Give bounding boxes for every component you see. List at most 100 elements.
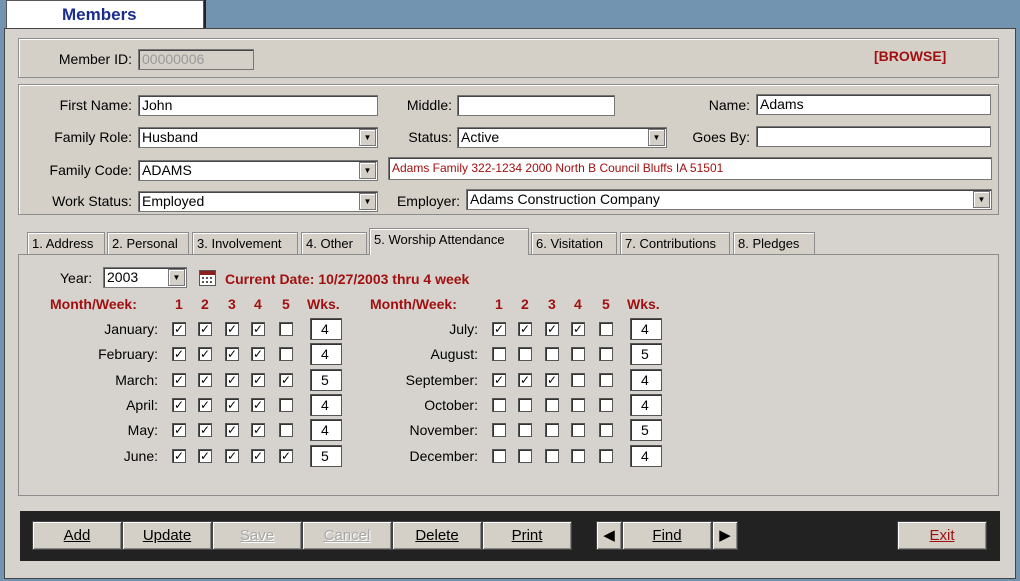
week-checkbox[interactable]: ✓ [251,322,265,336]
find-button[interactable]: Find [622,521,712,550]
weeks-count-field[interactable]: 5 [310,445,342,467]
week-checkbox[interactable] [571,423,585,437]
week-checkbox[interactable] [599,449,613,463]
save-button[interactable]: Save [212,521,302,550]
middle-field[interactable] [457,95,615,116]
chevron-down-icon[interactable]: ▼ [648,129,665,146]
week-checkbox[interactable]: ✓ [545,322,559,336]
week-checkbox[interactable] [279,423,293,437]
work-status-select[interactable]: Employed ▼ [138,191,378,212]
weeks-count-field[interactable]: 4 [310,343,342,365]
weeks-count-field[interactable]: 4 [310,394,342,416]
exit-button[interactable]: Exit [897,521,987,550]
week-checkbox[interactable]: ✓ [279,449,293,463]
week-checkbox[interactable]: ✓ [198,322,212,336]
weeks-count-field[interactable]: 5 [630,343,662,365]
week-checkbox[interactable]: ✓ [225,373,239,387]
employer-select[interactable]: Adams Construction Company ▼ [466,189,992,210]
week-checkbox[interactable] [599,347,613,361]
week-checkbox[interactable]: ✓ [251,423,265,437]
week-checkbox[interactable] [492,398,506,412]
week-checkbox[interactable] [518,347,532,361]
week-checkbox[interactable] [492,449,506,463]
add-button[interactable]: Add [32,521,122,550]
week-checkbox[interactable] [599,373,613,387]
week-checkbox[interactable]: ✓ [198,449,212,463]
week-checkbox[interactable]: ✓ [198,347,212,361]
week-checkbox[interactable] [571,347,585,361]
tab-visitation[interactable]: 6. Visitation [531,232,617,254]
calendar-icon[interactable] [199,270,216,286]
week-checkbox[interactable]: ✓ [251,347,265,361]
year-select[interactable]: 2003 ▼ [103,267,187,288]
week-checkbox[interactable]: ✓ [172,373,186,387]
tab-other[interactable]: 4. Other [301,232,367,254]
family-code-select[interactable]: ADAMS ▼ [138,160,378,181]
week-checkbox[interactable] [571,373,585,387]
week-checkbox[interactable]: ✓ [172,347,186,361]
chevron-down-icon[interactable]: ▼ [359,129,376,146]
week-checkbox[interactable]: ✓ [172,398,186,412]
week-checkbox[interactable]: ✓ [172,423,186,437]
week-checkbox[interactable]: ✓ [198,398,212,412]
family-role-select[interactable]: Husband ▼ [138,127,378,148]
week-checkbox[interactable] [545,449,559,463]
week-checkbox[interactable] [279,347,293,361]
week-checkbox[interactable] [545,347,559,361]
weeks-count-field[interactable]: 4 [630,369,662,391]
week-checkbox[interactable] [571,449,585,463]
chevron-down-icon[interactable]: ▼ [973,191,990,208]
week-checkbox[interactable] [492,347,506,361]
week-checkbox[interactable]: ✓ [492,373,506,387]
weeks-count-field[interactable]: 4 [310,318,342,340]
weeks-count-field[interactable]: 4 [630,394,662,416]
chevron-down-icon[interactable]: ▼ [359,162,376,179]
weeks-count-field[interactable]: 5 [310,369,342,391]
week-checkbox[interactable]: ✓ [251,449,265,463]
week-checkbox[interactable]: ✓ [545,373,559,387]
chevron-down-icon[interactable]: ▼ [168,269,185,286]
week-checkbox[interactable]: ✓ [225,347,239,361]
last-name-field[interactable]: Adams [756,94,991,115]
week-checkbox[interactable]: ✓ [571,322,585,336]
week-checkbox[interactable] [518,449,532,463]
week-checkbox[interactable]: ✓ [172,449,186,463]
first-name-field[interactable]: John [138,95,378,116]
week-checkbox[interactable] [599,423,613,437]
week-checkbox[interactable] [545,423,559,437]
weeks-count-field[interactable]: 4 [310,419,342,441]
weeks-count-field[interactable]: 5 [630,419,662,441]
week-checkbox[interactable]: ✓ [518,373,532,387]
week-checkbox[interactable] [545,398,559,412]
tab-pledges[interactable]: 8. Pledges [733,232,815,254]
status-select[interactable]: Active ▼ [457,127,667,148]
week-checkbox[interactable]: ✓ [225,449,239,463]
week-checkbox[interactable]: ✓ [518,322,532,336]
week-checkbox[interactable]: ✓ [251,373,265,387]
tab-contributions[interactable]: 7. Contributions [620,232,730,254]
week-checkbox[interactable] [279,398,293,412]
tab-address[interactable]: 1. Address [27,232,105,254]
week-checkbox[interactable]: ✓ [172,322,186,336]
find-next-button[interactable]: ▶ [712,521,738,550]
delete-button[interactable]: Delete [392,521,482,550]
week-checkbox[interactable]: ✓ [225,423,239,437]
tab-involvement[interactable]: 3. Involvement [192,232,298,254]
update-button[interactable]: Update [122,521,212,550]
week-checkbox[interactable] [279,322,293,336]
week-checkbox[interactable]: ✓ [198,423,212,437]
week-checkbox[interactable]: ✓ [225,398,239,412]
week-checkbox[interactable] [492,423,506,437]
week-checkbox[interactable]: ✓ [251,398,265,412]
week-checkbox[interactable]: ✓ [279,373,293,387]
week-checkbox[interactable] [518,423,532,437]
goes-by-field[interactable] [756,126,991,147]
week-checkbox[interactable]: ✓ [492,322,506,336]
find-previous-button[interactable]: ◀ [596,521,622,550]
weeks-count-field[interactable]: 4 [630,318,662,340]
week-checkbox[interactable]: ✓ [225,322,239,336]
tab-worship-attendance[interactable]: 5. Worship Attendance [369,228,529,255]
chevron-down-icon[interactable]: ▼ [359,193,376,210]
week-checkbox[interactable] [599,398,613,412]
week-checkbox[interactable] [571,398,585,412]
